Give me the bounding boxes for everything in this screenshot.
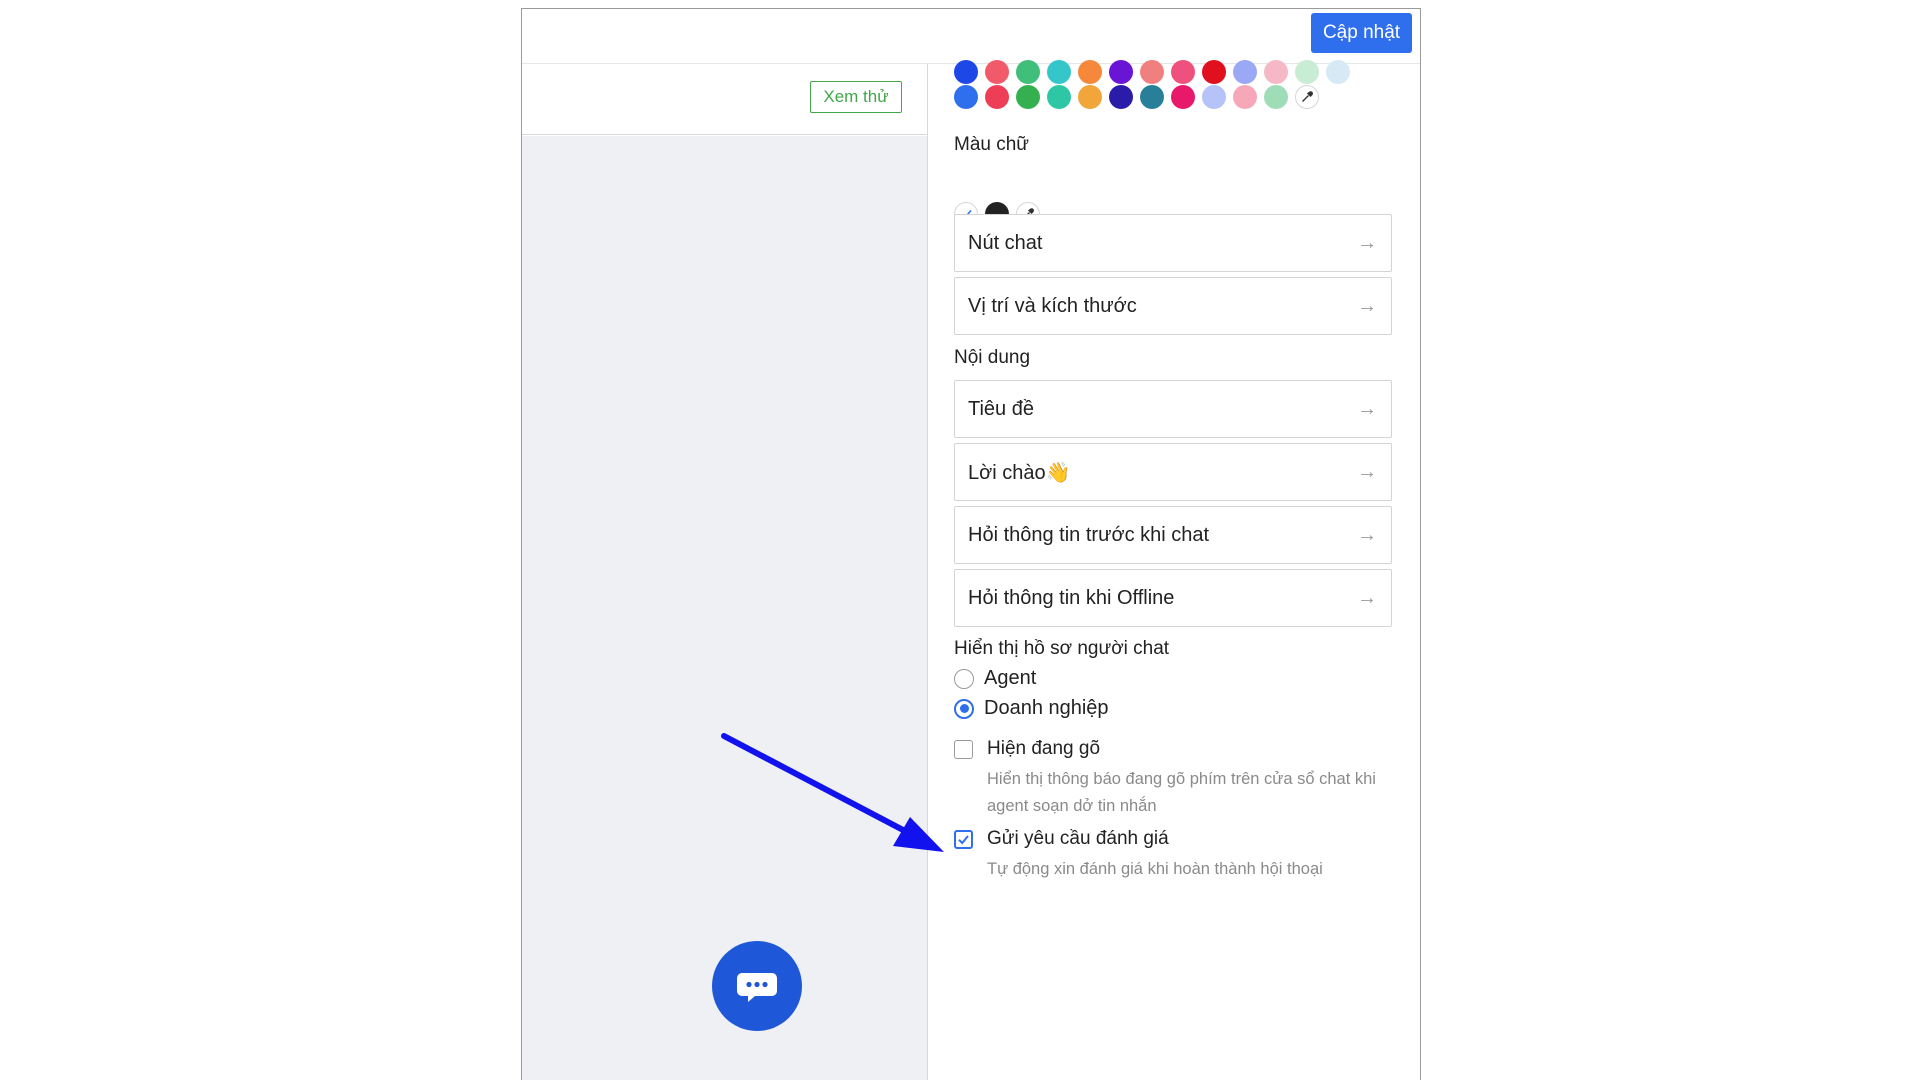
update-button[interactable]: Cập nhật (1311, 13, 1412, 53)
color-swatch[interactable] (1047, 85, 1071, 109)
radio-button[interactable] (954, 668, 974, 689)
rating-description: Tự động xin đánh giá khi hoàn thành hội … (987, 860, 1323, 878)
color-swatch[interactable] (1047, 60, 1071, 84)
radio-button-selected[interactable] (954, 698, 974, 719)
content-section-title: Nội dung (954, 347, 1031, 368)
color-swatch[interactable] (1140, 60, 1164, 84)
rating-checkbox[interactable] (954, 830, 973, 849)
chat-bubble-icon (737, 973, 777, 1002)
settings-panel: Màu chữ Nút chat → Vị trí và kích thước … (929, 60, 1420, 1080)
nav-item-label: Vị trí và kích thước (968, 294, 1137, 317)
color-swatch[interactable] (954, 60, 978, 84)
preview-canvas (522, 136, 927, 1080)
color-swatch[interactable] (1078, 85, 1102, 109)
text-color-title: Màu chữ (954, 134, 1030, 155)
greeting-settings-item[interactable]: Lời chào👋 → (954, 443, 1392, 501)
prechat-form-settings-item[interactable]: Hỏi thông tin trước khi chat → (954, 506, 1392, 564)
color-swatch[interactable] (1109, 85, 1133, 109)
nav-item-label: Hỏi thông tin trước khi chat (968, 523, 1210, 546)
color-swatch[interactable] (954, 85, 978, 109)
top-toolbar: Cập nhật (522, 9, 1420, 64)
rating-label: Gửi yêu cầu đánh giá (987, 828, 1169, 849)
nav-item-label: Nút chat (968, 231, 1043, 254)
title-settings-item[interactable]: Tiêu đề → (954, 380, 1392, 438)
typing-checkbox[interactable] (954, 740, 973, 759)
color-swatch[interactable] (1109, 60, 1133, 84)
nav-item-label: Tiêu đề (968, 397, 1034, 420)
color-swatch[interactable] (985, 60, 1009, 84)
offline-form-settings-item[interactable]: Hỏi thông tin khi Offline → (954, 569, 1392, 627)
check-icon (958, 835, 969, 845)
color-swatch[interactable] (1202, 60, 1226, 84)
arrow-right-icon: → (1357, 460, 1377, 483)
radio-agent[interactable]: Agent (954, 667, 1036, 690)
eyedropper-icon (1302, 91, 1313, 102)
color-swatch[interactable] (985, 85, 1009, 109)
position-size-settings-item[interactable]: Vị trí và kích thước → (954, 277, 1392, 335)
color-picker-button[interactable] (1295, 85, 1319, 109)
widget-settings-window: Cập nhật Xem thử Màu chữ Nút chat → Vị t… (521, 8, 1421, 1080)
arrow-right-icon: → (1357, 231, 1377, 254)
color-swatch[interactable] (1016, 60, 1040, 84)
nav-item-label: Lời chào👋 (968, 461, 1071, 484)
typing-label: Hiện đang gõ (987, 738, 1101, 759)
arrow-right-icon: → (1357, 523, 1377, 546)
color-swatch[interactable] (1140, 85, 1164, 109)
color-swatch[interactable] (1202, 85, 1226, 109)
typing-description: Hiển thị thông báo đang gõ phím trên cửa… (987, 770, 1376, 815)
nav-item-label: Hỏi thông tin khi Offline (968, 586, 1175, 609)
radio-label: Doanh nghiệp (984, 697, 1109, 719)
color-swatch[interactable] (1171, 60, 1195, 84)
arrow-right-icon: → (1357, 294, 1377, 317)
color-swatch[interactable] (1078, 60, 1102, 84)
profile-display-title: Hiển thị hồ sơ người chat (954, 638, 1170, 659)
arrow-right-icon: → (1357, 586, 1377, 609)
radio-business[interactable]: Doanh nghiệp (954, 697, 1109, 720)
color-swatch[interactable] (1264, 60, 1288, 84)
preview-header: Xem thử (522, 64, 927, 135)
background-color-row-1 (954, 60, 1350, 84)
arrow-right-icon: → (1357, 397, 1377, 420)
color-swatch[interactable] (1326, 60, 1350, 84)
color-swatch[interactable] (1264, 85, 1288, 109)
chat-button-settings-item[interactable]: Nút chat → (954, 214, 1392, 272)
background-color-row-2 (954, 85, 1319, 109)
color-swatch[interactable] (1171, 85, 1195, 109)
radio-label: Agent (984, 667, 1037, 689)
preview-button[interactable]: Xem thử (810, 81, 902, 113)
color-swatch[interactable] (1016, 85, 1040, 109)
preview-pane: Xem thử (522, 64, 928, 1080)
color-swatch[interactable] (1233, 85, 1257, 109)
color-swatch[interactable] (1233, 60, 1257, 84)
chat-launcher-button[interactable] (712, 941, 802, 1031)
color-swatch[interactable] (1295, 60, 1319, 84)
